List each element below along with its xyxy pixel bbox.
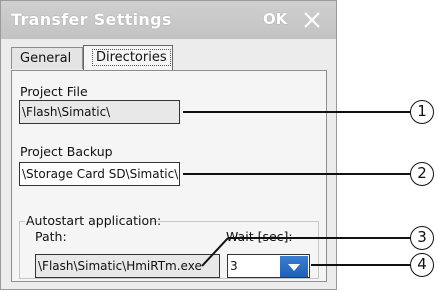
tab-directories-label: Directories — [92, 49, 171, 66]
project-backup-label: Project Backup — [20, 144, 113, 159]
callout-line-1 — [183, 111, 412, 113]
groupbox-top-right — [151, 221, 319, 222]
tab-general[interactable]: General — [11, 47, 83, 69]
close-button[interactable] — [299, 7, 325, 33]
callout-3: 3 — [410, 226, 434, 250]
callout-line-2 — [183, 173, 412, 175]
close-icon — [304, 12, 320, 28]
callout-2: 2 — [410, 162, 434, 186]
callout-line-4 — [311, 264, 412, 266]
project-file-field[interactable]: \Flash\Simatic\ — [19, 100, 180, 124]
groupbox-top-left — [19, 221, 25, 222]
autostart-path-label: Path: — [35, 229, 67, 244]
project-backup-field[interactable]: \Storage Card SD\Simatic\ — [19, 162, 180, 186]
title-bar: Transfer Settings OK — [1, 1, 336, 39]
dialog-title: Transfer Settings — [11, 10, 172, 29]
callout-1: 1 — [410, 100, 434, 124]
tab-directories[interactable]: Directories — [83, 45, 173, 71]
autostart-group-label: Autostart application: — [26, 213, 162, 228]
callout-4: 4 — [410, 253, 434, 277]
project-file-label: Project File — [20, 84, 88, 99]
ok-button[interactable]: OK — [263, 10, 287, 28]
autostart-path-field[interactable]: \Flash\Simatic\HmiRTm.exe — [35, 254, 220, 278]
tab-general-label: General — [20, 51, 72, 66]
